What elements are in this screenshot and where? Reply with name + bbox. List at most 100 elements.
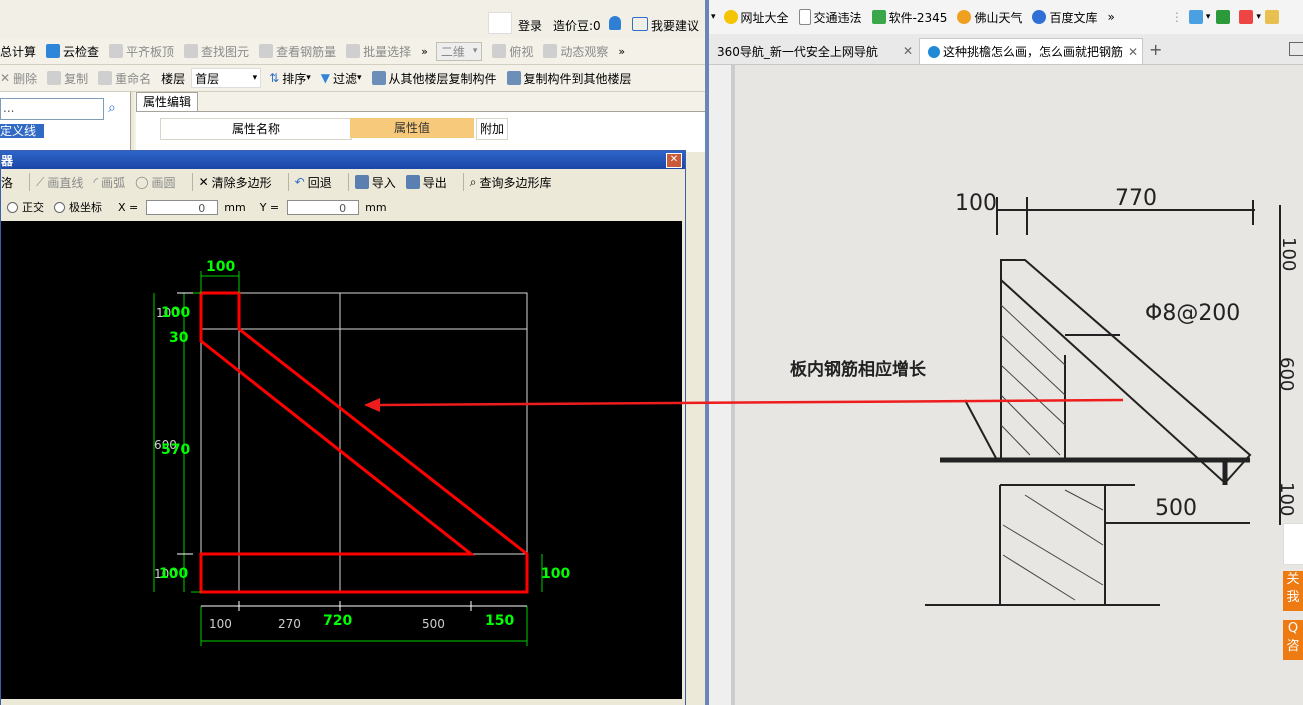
- ortho-label: 正交: [22, 201, 44, 214]
- photo-dim-500: 500: [1155, 496, 1197, 521]
- draw-arc-button[interactable]: ◜ 画弧: [93, 174, 125, 191]
- rebar-icon: [259, 44, 274, 58]
- bookmark-5[interactable]: 百度文库: [1032, 9, 1097, 26]
- bell-icon[interactable]: [609, 16, 621, 30]
- tab-list-icon[interactable]: [1289, 42, 1303, 56]
- calc-button[interactable]: 总计算: [0, 43, 36, 60]
- book-icon[interactable]: [1216, 10, 1231, 24]
- bookmark-3[interactable]: 软件-2345: [871, 9, 947, 26]
- more-bookmarks-icon[interactable]: »: [1107, 10, 1114, 24]
- undo-label: 回退: [307, 175, 332, 190]
- tree-item-selected[interactable]: 自定义线: [0, 124, 44, 138]
- photo-right-600: 600: [1276, 357, 1297, 391]
- view-mode-value: 二维: [440, 44, 465, 59]
- page-icon: [798, 9, 811, 25]
- tab-property-edit[interactable]: 属性编辑: [136, 92, 198, 111]
- dialog-toolbar: 洛 ⟋ 画直线 ◜ 画弧 ◯ 画圆 ✕ 清除多边形 ↶ 回退 导入 导出 ⌕ 查询多边形库: [1, 170, 685, 194]
- copy-from-floor-button[interactable]: 从其他楼层复制构件: [371, 70, 497, 87]
- chevron-down-icon[interactable]: ▾: [1256, 12, 1261, 22]
- clear-icon: ✕: [198, 175, 209, 189]
- view-rebar-button[interactable]: 查看钢筋量: [259, 43, 336, 60]
- tab-active-question[interactable]: 这种挑檐怎么画，怎么画就把钢筋 ✕: [919, 38, 1143, 64]
- apps-icon[interactable]: [1188, 10, 1203, 24]
- chevron-down-icon: ▾: [356, 73, 362, 83]
- browser-e-icon: [928, 45, 940, 58]
- top-view-button[interactable]: 俯视: [492, 43, 533, 60]
- export-button[interactable]: 导出: [405, 174, 447, 191]
- undo-button[interactable]: ↶ 回退: [295, 174, 332, 191]
- property-panel: 属性编辑 属性名称 属性值 附加: [134, 92, 705, 152]
- col-header-value[interactable]: 属性值: [350, 118, 474, 138]
- avatar[interactable]: [488, 12, 512, 34]
- view-rebar-label: 查看钢筋量: [276, 44, 337, 59]
- search-icon[interactable]: ⌕: [108, 100, 116, 116]
- draw-circle-button[interactable]: ◯ 画圆: [135, 174, 175, 191]
- bookmark-label: 佛山天气: [974, 10, 1023, 25]
- new-tab-icon[interactable]: +: [1149, 40, 1162, 59]
- dialog-titlebar[interactable]: 器 ✕: [1, 151, 685, 169]
- y-input[interactable]: 0: [287, 199, 360, 215]
- copy-to-label: 复制构件到其他楼层: [523, 71, 632, 86]
- close-icon[interactable]: ✕: [903, 44, 913, 58]
- question-photo: 100 770 Φ8@200 板内钢筋相应增长 500 100 600 100: [735, 65, 1303, 705]
- floor-label: 楼层: [161, 71, 186, 86]
- col-header-name[interactable]: 属性名称: [160, 118, 352, 140]
- dynamic-view-button[interactable]: 动态观察: [543, 43, 608, 60]
- price-beans: 造价豆:0: [553, 19, 601, 33]
- bookmark-2[interactable]: 交通违法: [798, 9, 862, 26]
- x-input[interactable]: 0: [146, 199, 219, 215]
- rename-button[interactable]: 重命名: [98, 70, 151, 87]
- dim-top-width: 100: [206, 259, 235, 275]
- find-element-label: 查找图元: [201, 44, 250, 59]
- first-tool-button[interactable]: 洛: [1, 174, 13, 191]
- follow-button[interactable]: 关 我: [1283, 571, 1303, 611]
- element-toolbar: ✕ 删除 复制 重命名 楼层 首层 ▾ ⇅ 排序 ▾ ▼ 过滤 ▾ 从其他楼层复制构件 复制…: [0, 65, 705, 92]
- col-header-extra[interactable]: 附加: [476, 118, 508, 140]
- cornice-polygon[interactable]: [199, 291, 529, 594]
- menu-dots-icon[interactable]: ⋮: [1171, 10, 1183, 24]
- dim-bottom-100: 100: [209, 617, 232, 631]
- translate-icon[interactable]: [1239, 10, 1254, 24]
- tab-360-nav[interactable]: 360导航_新一代安全上网导航 ✕: [709, 38, 917, 64]
- find-element-button[interactable]: 查找图元: [184, 43, 249, 60]
- query-library-button[interactable]: ⌕ 查询多边形库: [470, 174, 552, 191]
- consult-button[interactable]: Q 咨: [1283, 620, 1303, 660]
- filter-button[interactable]: ▼ 过滤 ▾: [321, 70, 362, 87]
- find-icon: [184, 44, 199, 58]
- view-mode-select[interactable]: 二维 ▾: [435, 41, 483, 61]
- bookmark-1[interactable]: 网址大全: [723, 9, 789, 26]
- cloud-check-button[interactable]: 云检查: [46, 43, 99, 60]
- search-input[interactable]: ...: [0, 98, 104, 120]
- suggest-link[interactable]: 我要建议: [651, 17, 699, 34]
- follow-label: 关 我: [1286, 572, 1300, 605]
- close-icon[interactable]: ✕: [666, 153, 682, 168]
- batch-select-button[interactable]: 批量选择: [346, 43, 411, 60]
- close-icon[interactable]: ✕: [1128, 45, 1138, 59]
- level-slab-button[interactable]: 平齐板顶: [109, 43, 174, 60]
- ortho-radio[interactable]: [7, 201, 18, 213]
- delete-button[interactable]: ✕ 删除: [0, 70, 37, 87]
- copy-to-floor-button[interactable]: 复制构件到其他楼层: [506, 70, 632, 87]
- import-button[interactable]: 导入: [354, 174, 396, 191]
- bookmark-4[interactable]: 佛山天气: [957, 9, 1022, 26]
- copy-button[interactable]: 复制: [47, 70, 88, 87]
- overflow-chevron-icon[interactable]: »: [618, 45, 625, 58]
- draw-line-button[interactable]: ⟋ 画直线: [36, 174, 83, 191]
- dynamic-view-label: 动态观察: [560, 44, 609, 59]
- clear-polygon-label: 清除多边形: [211, 175, 272, 190]
- sort-button[interactable]: ⇅ 排序 ▾: [269, 70, 311, 87]
- close-panel-button[interactable]: [1283, 523, 1303, 565]
- chevron-down-icon[interactable]: ▾: [1206, 12, 1211, 22]
- batch-icon: [346, 44, 361, 58]
- clear-polygon-button[interactable]: ✕ 清除多边形: [199, 174, 272, 191]
- polar-radio[interactable]: [54, 201, 65, 213]
- drawing-canvas[interactable]: 100 100 100 30 600 570 100 100 100 100 2…: [1, 221, 682, 699]
- photo-note: 板内钢筋相应增长: [790, 359, 927, 380]
- floor-select[interactable]: 首层 ▾: [191, 68, 262, 88]
- chevron-down-icon[interactable]: ▾: [711, 12, 716, 22]
- extension-icon[interactable]: [1264, 10, 1279, 24]
- overflow-chevron-icon[interactable]: »: [421, 45, 428, 58]
- login-link[interactable]: 登录: [518, 17, 542, 34]
- browser-window: ▾ 网址大全 交通违法 软件-2345 佛山天气 百度文库 » ⋮ ▾ ▾ 36…: [709, 0, 1303, 705]
- photo-right-100b: 100: [1276, 482, 1297, 516]
